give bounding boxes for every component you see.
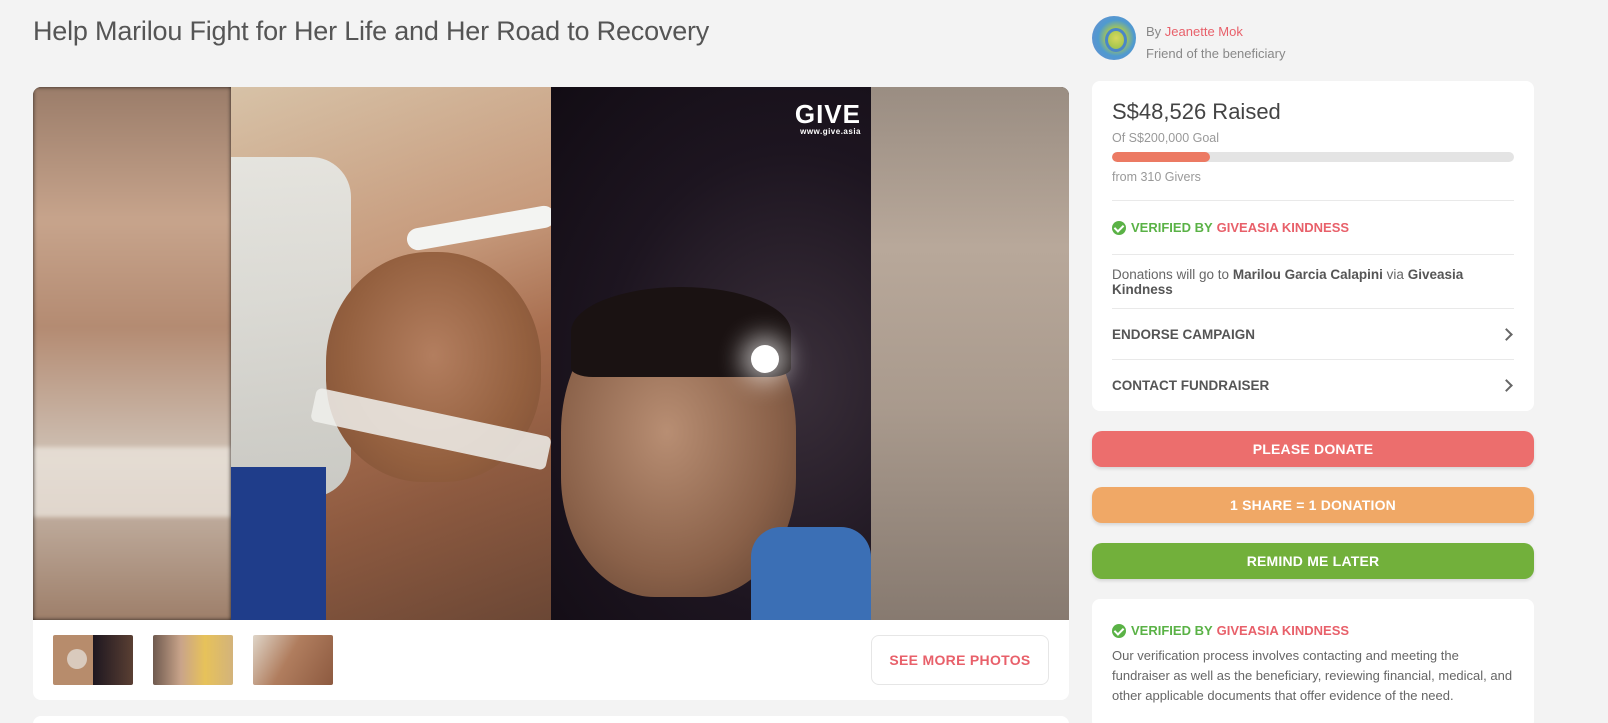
amount-raised: S$48,526 Raised (1112, 99, 1281, 124)
thumbnail-strip (53, 635, 333, 685)
thumbnail-1[interactable] (53, 635, 133, 685)
hero-image[interactable]: GIVE www.give.asia (33, 87, 1069, 620)
verification-card: VERIFIED BY GIVEASIA KINDNESS Our verifi… (1092, 599, 1534, 723)
verification-description: Our verification process involves contac… (1112, 648, 1513, 703)
photo-hospital-patient (231, 87, 557, 620)
avatar[interactable] (1092, 16, 1136, 60)
fundraiser-relation: Friend of the beneficiary (1146, 46, 1286, 61)
remind-me-later-button[interactable]: REMIND ME LATER (1092, 543, 1534, 579)
page-title: Help Marilou Fight for Her Life and Her … (33, 16, 710, 46)
hero-blur-right-background (871, 87, 1069, 620)
check-circle-icon (1112, 220, 1126, 235)
see-more-photos-button[interactable]: SEE MORE PHOTOS (871, 635, 1049, 685)
please-donate-button[interactable]: PLEASE DONATE (1092, 431, 1534, 467)
donations-destination: Donations will go to Marilou Garcia Cala… (1112, 266, 1464, 297)
verified-badge: VERIFIED BY GIVEASIA KINDNESS (1112, 623, 1514, 638)
endorse-campaign-item[interactable]: ENDORSE CAMPAIGN (1112, 309, 1514, 359)
fundraiser-info: By Jeanette Mok Friend of the beneficiar… (1092, 16, 1285, 65)
beneficiary-name: Marilou Garcia Calapini (1232, 266, 1383, 282)
hero-blur-left-background (33, 87, 231, 620)
giveasia-kindness-link[interactable]: GIVEASIA KINDNESS (1217, 623, 1349, 638)
by-label: By (1146, 24, 1162, 39)
givers-count: from 310 Givers (1112, 170, 1201, 184)
chevron-right-icon (1500, 378, 1513, 392)
giveasia-kindness-link[interactable]: GIVEASIA KINDNESS (1217, 220, 1349, 235)
photo-young-man-night: GIVE www.give.asia (551, 87, 871, 620)
check-circle-icon (1112, 623, 1126, 638)
photo-gallery: GIVE www.give.asia SEE MORE PHOTOS (33, 87, 1069, 700)
thumbnail-2[interactable] (153, 635, 233, 685)
contact-fundraiser-item[interactable]: CONTACT FUNDRAISER (1112, 360, 1514, 410)
share-button[interactable]: 1 SHARE = 1 DONATION (1092, 487, 1534, 523)
fundraiser-name-link[interactable]: Jeanette Mok (1165, 24, 1243, 39)
progress-bar-fill (1112, 152, 1210, 162)
progress-bar (1112, 152, 1514, 162)
thumbnail-3[interactable] (253, 635, 333, 685)
next-card-edge (33, 716, 1069, 723)
goal-amount: Of S$200,000 Goal (1112, 131, 1220, 145)
donation-progress-card: S$48,526 Raised Of S$200,000 Goal from 3… (1092, 81, 1534, 411)
give-watermark-logo: GIVE www.give.asia (794, 99, 861, 136)
chevron-right-icon (1500, 327, 1513, 341)
verified-badge: VERIFIED BY GIVEASIA KINDNESS (1112, 201, 1514, 254)
